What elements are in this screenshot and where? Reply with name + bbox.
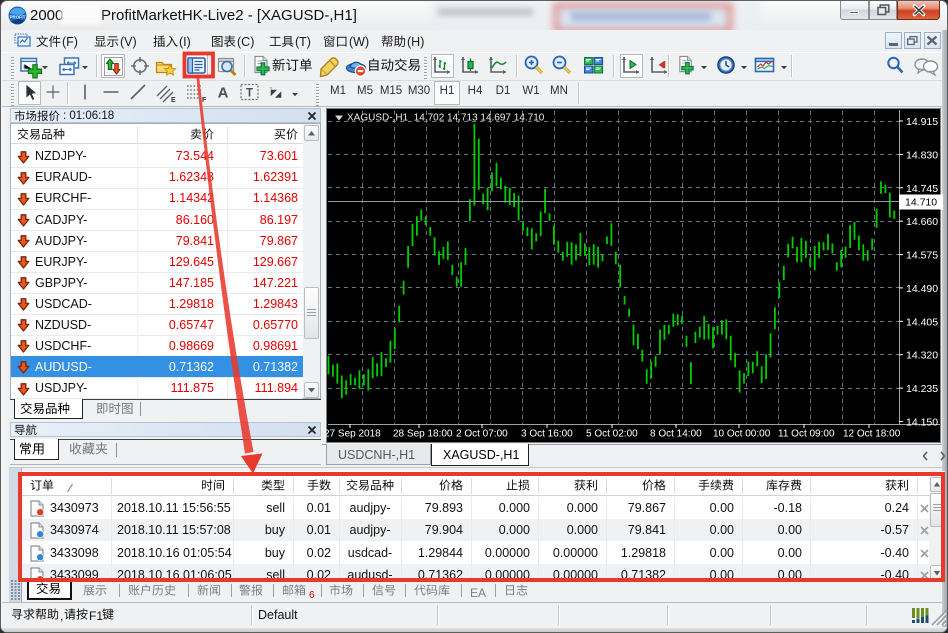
svg-text:14.150: 14.150	[906, 417, 938, 429]
svg-text:2 Oct 07:00: 2 Oct 07:00	[456, 429, 508, 440]
svg-text:12 Oct 18:00: 12 Oct 18:00	[843, 429, 901, 440]
svg-text:14.320: 14.320	[906, 350, 938, 362]
svg-text:14.660: 14.660	[906, 216, 938, 228]
svg-text:5 Oct 02:00: 5 Oct 02:00	[586, 429, 638, 440]
svg-text:14.745: 14.745	[906, 183, 938, 195]
svg-text:14.490: 14.490	[906, 283, 938, 295]
svg-text:10 Oct 00:00: 10 Oct 00:00	[713, 429, 771, 440]
svg-text:3 Oct 16:00: 3 Oct 16:00	[521, 429, 573, 440]
svg-text:27 Sep 2018: 27 Sep 2018	[324, 429, 381, 440]
svg-text:14.575: 14.575	[906, 250, 938, 262]
svg-text:14.710: 14.710	[905, 197, 937, 209]
svg-text:14.915: 14.915	[906, 116, 938, 128]
svg-text:14.830: 14.830	[906, 149, 938, 161]
svg-text:14.235: 14.235	[906, 383, 938, 395]
svg-text:8 Oct 14:00: 8 Oct 14:00	[650, 429, 702, 440]
svg-text:XAGUSD-,H1 14.702 14.713 14.6: XAGUSD-,H1 14.702 14.713 14.697 14.710	[347, 113, 545, 124]
svg-text:28 Sep 18:00: 28 Sep 18:00	[393, 429, 453, 440]
svg-text:11 Oct 09:00: 11 Oct 09:00	[778, 429, 835, 440]
svg-text:14.405: 14.405	[906, 316, 938, 328]
